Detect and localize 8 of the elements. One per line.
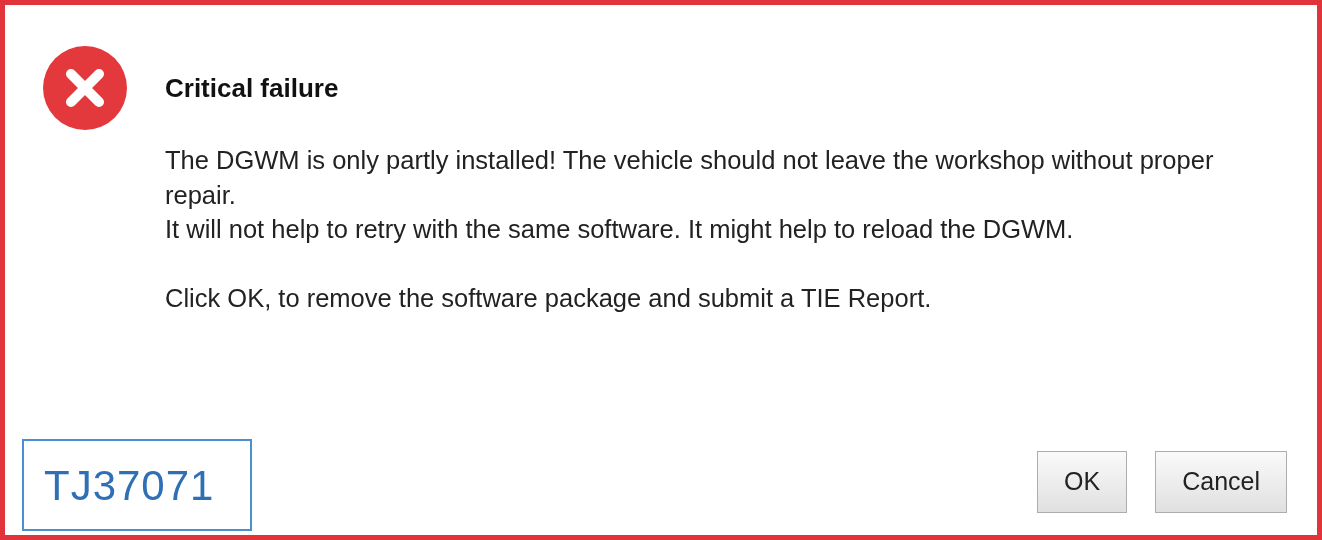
message-text: The DGWM is only partly installed! The vehicle should not leave the workshop without proper repair. xyxy=(165,145,1215,211)
dialog-button[interactable]: Cancel xyxy=(1155,451,1287,513)
message-text: It will not help to retry with the same software. It might help to reload the DGWM. xyxy=(165,214,1075,245)
dialog-button[interactable]: OK xyxy=(1037,451,1128,513)
error-icon xyxy=(42,45,128,131)
figure-label: TJ37071 xyxy=(22,439,252,531)
dialog-title: Critical failure xyxy=(165,72,339,105)
message-text: Click OK, to remove the software package and submit a TIE Report. xyxy=(165,283,933,314)
